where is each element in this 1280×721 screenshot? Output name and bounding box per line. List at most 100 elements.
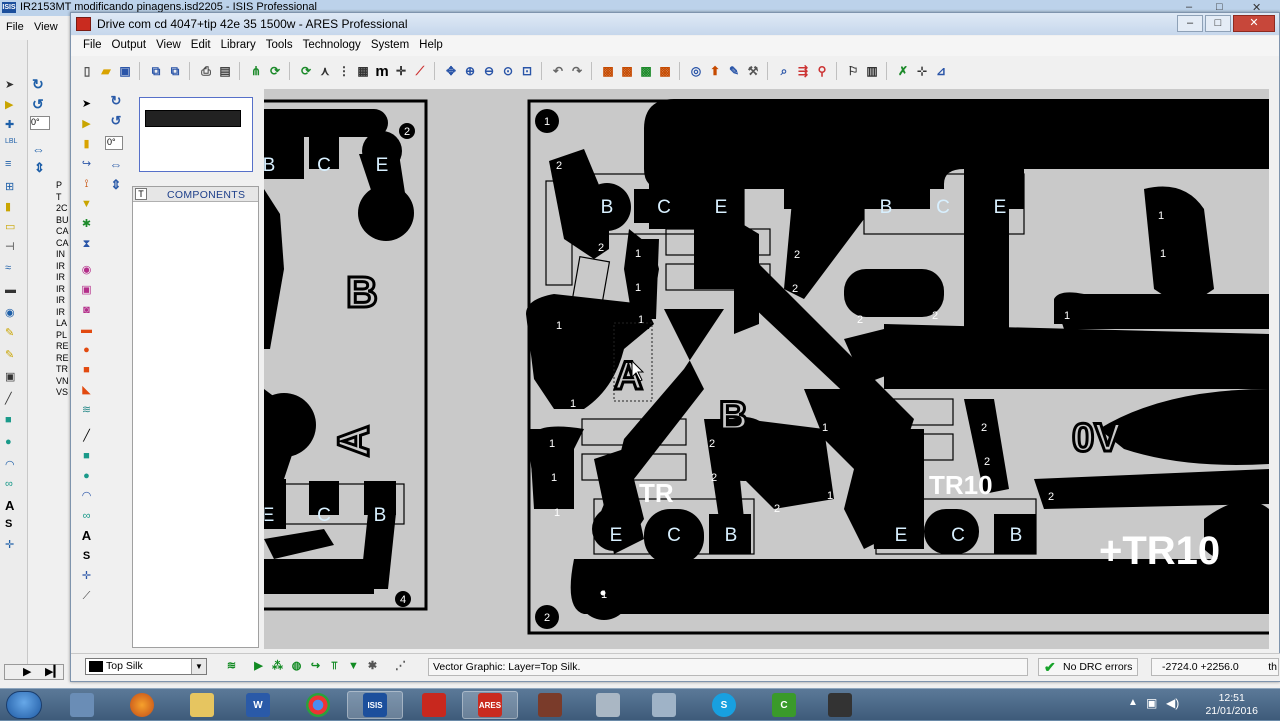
layers-icon[interactable]: ▦: [355, 63, 371, 79]
rotate-cw-icon[interactable]: ↻: [32, 76, 44, 93]
decompose-icon[interactable]: ✎: [726, 63, 742, 79]
measure-icon[interactable]: ⊿: [933, 63, 949, 79]
polygon-pad-icon[interactable]: ◣: [79, 383, 94, 397]
dil-pad-icon[interactable]: ◙: [79, 303, 94, 317]
menu-tools[interactable]: Tools: [264, 36, 301, 56]
rotate-ccw-icon[interactable]: ↺: [32, 96, 44, 113]
instrument-icon[interactable]: ▣: [5, 370, 21, 384]
dimension-icon[interactable]: ⟋: [79, 589, 94, 603]
ratsnest-icon[interactable]: ✱: [79, 217, 94, 231]
menu-view[interactable]: View: [154, 36, 189, 56]
symbol-icon[interactable]: S: [79, 549, 94, 563]
package-icon[interactable]: ▮: [79, 137, 94, 151]
zoom-area-icon[interactable]: ⊡: [519, 63, 535, 79]
layers-stack-icon[interactable]: ≋: [224, 659, 239, 674]
taskbar-app-word[interactable]: W: [230, 691, 286, 719]
mirror-vertical-icon[interactable]: ⇕: [107, 177, 125, 193]
taskbar-app-isis[interactable]: ISIS: [347, 691, 403, 719]
maximize-button[interactable]: □: [1205, 15, 1231, 32]
minimize-button[interactable]: –: [1177, 15, 1203, 32]
pick-icon[interactable]: ◎: [688, 63, 704, 79]
select-arrow-icon[interactable]: ➤: [79, 97, 94, 111]
graph-icon[interactable]: ≈: [5, 262, 21, 276]
junction-icon[interactable]: ✚: [5, 118, 21, 132]
marker-icon[interactable]: ✛: [5, 538, 21, 552]
pan-icon[interactable]: ✥: [443, 63, 459, 79]
chevron-down-icon[interactable]: ▼: [191, 659, 206, 674]
symbol-icon[interactable]: S: [5, 518, 21, 532]
text-icon[interactable]: A: [79, 529, 94, 543]
snap-icon[interactable]: ⋰: [393, 659, 408, 674]
start-button[interactable]: [6, 691, 42, 719]
drc-status[interactable]: ✔ No DRC errors: [1038, 658, 1138, 676]
text-script-icon[interactable]: ≡: [5, 158, 21, 172]
terminal-icon[interactable]: ▭: [5, 220, 21, 234]
flip-icon[interactable]: ⋏: [317, 63, 333, 79]
isis-menu-view[interactable]: View: [34, 21, 58, 33]
redo-icon[interactable]: ↷: [569, 63, 585, 79]
via-icon[interactable]: ⟟: [79, 177, 94, 191]
step-icon[interactable]: ▶▎: [45, 665, 62, 678]
square-pad-icon[interactable]: ▣: [79, 283, 94, 297]
rotate-cw-icon[interactable]: ↻: [107, 93, 125, 109]
circle-pad-icon[interactable]: ●: [79, 343, 94, 357]
round-pad-icon[interactable]: ◉: [79, 263, 94, 277]
tools-icon[interactable]: ⚒: [745, 63, 761, 79]
overview-window[interactable]: [139, 97, 253, 172]
arc-icon[interactable]: ◠: [79, 489, 94, 503]
grid-icon[interactable]: ⋮: [336, 63, 352, 79]
zoom-out-icon[interactable]: ⊖: [481, 63, 497, 79]
save-icon[interactable]: ▣: [117, 63, 133, 79]
make-package-icon[interactable]: ⬆: [707, 63, 723, 79]
redraw-icon[interactable]: ⟳: [298, 63, 314, 79]
path-icon[interactable]: ∞: [79, 509, 94, 523]
tape-icon[interactable]: ▬: [5, 284, 21, 298]
route-icon[interactable]: ⊹: [914, 63, 930, 79]
generator-icon[interactable]: ◉: [5, 306, 21, 320]
block-move-icon[interactable]: ▩: [619, 63, 635, 79]
new-icon[interactable]: ▯: [79, 63, 95, 79]
layer-selector[interactable]: Top Silk ▼: [85, 658, 207, 675]
zoom-all-icon[interactable]: ⊙: [500, 63, 516, 79]
refresh-netlist-icon[interactable]: ⟳: [267, 63, 283, 79]
gateswap-icon[interactable]: ▥: [864, 63, 880, 79]
import-icon[interactable]: ⧉: [148, 63, 164, 79]
pin-icon[interactable]: ⊣: [5, 240, 21, 254]
taskbar-app-chrome[interactable]: [290, 691, 346, 719]
block-delete-icon[interactable]: ▩: [657, 63, 673, 79]
route-track-icon[interactable]: ↪: [308, 659, 323, 674]
box-icon[interactable]: ■: [5, 414, 21, 428]
route-zone-icon[interactable]: ▼: [346, 659, 361, 674]
taskbar-app-media[interactable]: [522, 691, 578, 719]
line-icon[interactable]: ╱: [5, 392, 21, 406]
taskbar-app-ares[interactable]: ARES: [462, 691, 518, 719]
padstack-icon[interactable]: ≋: [79, 403, 94, 417]
taskbar-app-recorder[interactable]: [812, 691, 868, 719]
close-button[interactable]: ✕: [1233, 15, 1275, 32]
line-icon[interactable]: ╱: [79, 429, 94, 443]
rotate-ccw-icon[interactable]: ↺: [107, 113, 125, 129]
text-icon[interactable]: A: [5, 498, 21, 513]
taskbar-app-firefox[interactable]: [114, 691, 170, 719]
track-icon[interactable]: ↪: [79, 157, 94, 171]
menu-edit[interactable]: Edit: [189, 36, 219, 56]
ratsnest-toggle-icon[interactable]: ✱: [365, 659, 380, 674]
menu-file[interactable]: File: [81, 36, 110, 56]
marker-icon[interactable]: ✛: [79, 569, 94, 583]
angle-field[interactable]: 0°: [105, 136, 123, 150]
route-pad-icon[interactable]: ⁂: [270, 659, 285, 674]
play-icon[interactable]: ▶: [23, 665, 31, 678]
block-rotate-icon[interactable]: ▩: [638, 63, 654, 79]
taskbar-app-files[interactable]: [174, 691, 230, 719]
mirror-horizontal-icon[interactable]: ⇔: [32, 142, 45, 157]
false-origin-icon[interactable]: ⟋: [412, 63, 428, 79]
export-icon[interactable]: ⧉: [167, 63, 183, 79]
isis-menu-file[interactable]: File: [6, 21, 24, 33]
menu-technology[interactable]: Technology: [301, 36, 369, 56]
pcb-canvas[interactable]: .pad{fill:#000} .pt{fill:#d8f0ff;font-fa…: [264, 89, 1269, 649]
taskbar-app-acrobat[interactable]: [406, 691, 462, 719]
area-icon[interactable]: ▤: [217, 63, 233, 79]
origin-icon[interactable]: ✛: [393, 63, 409, 79]
components-tab-button[interactable]: T: [135, 188, 147, 200]
smt-pad-icon[interactable]: ■: [79, 363, 94, 377]
